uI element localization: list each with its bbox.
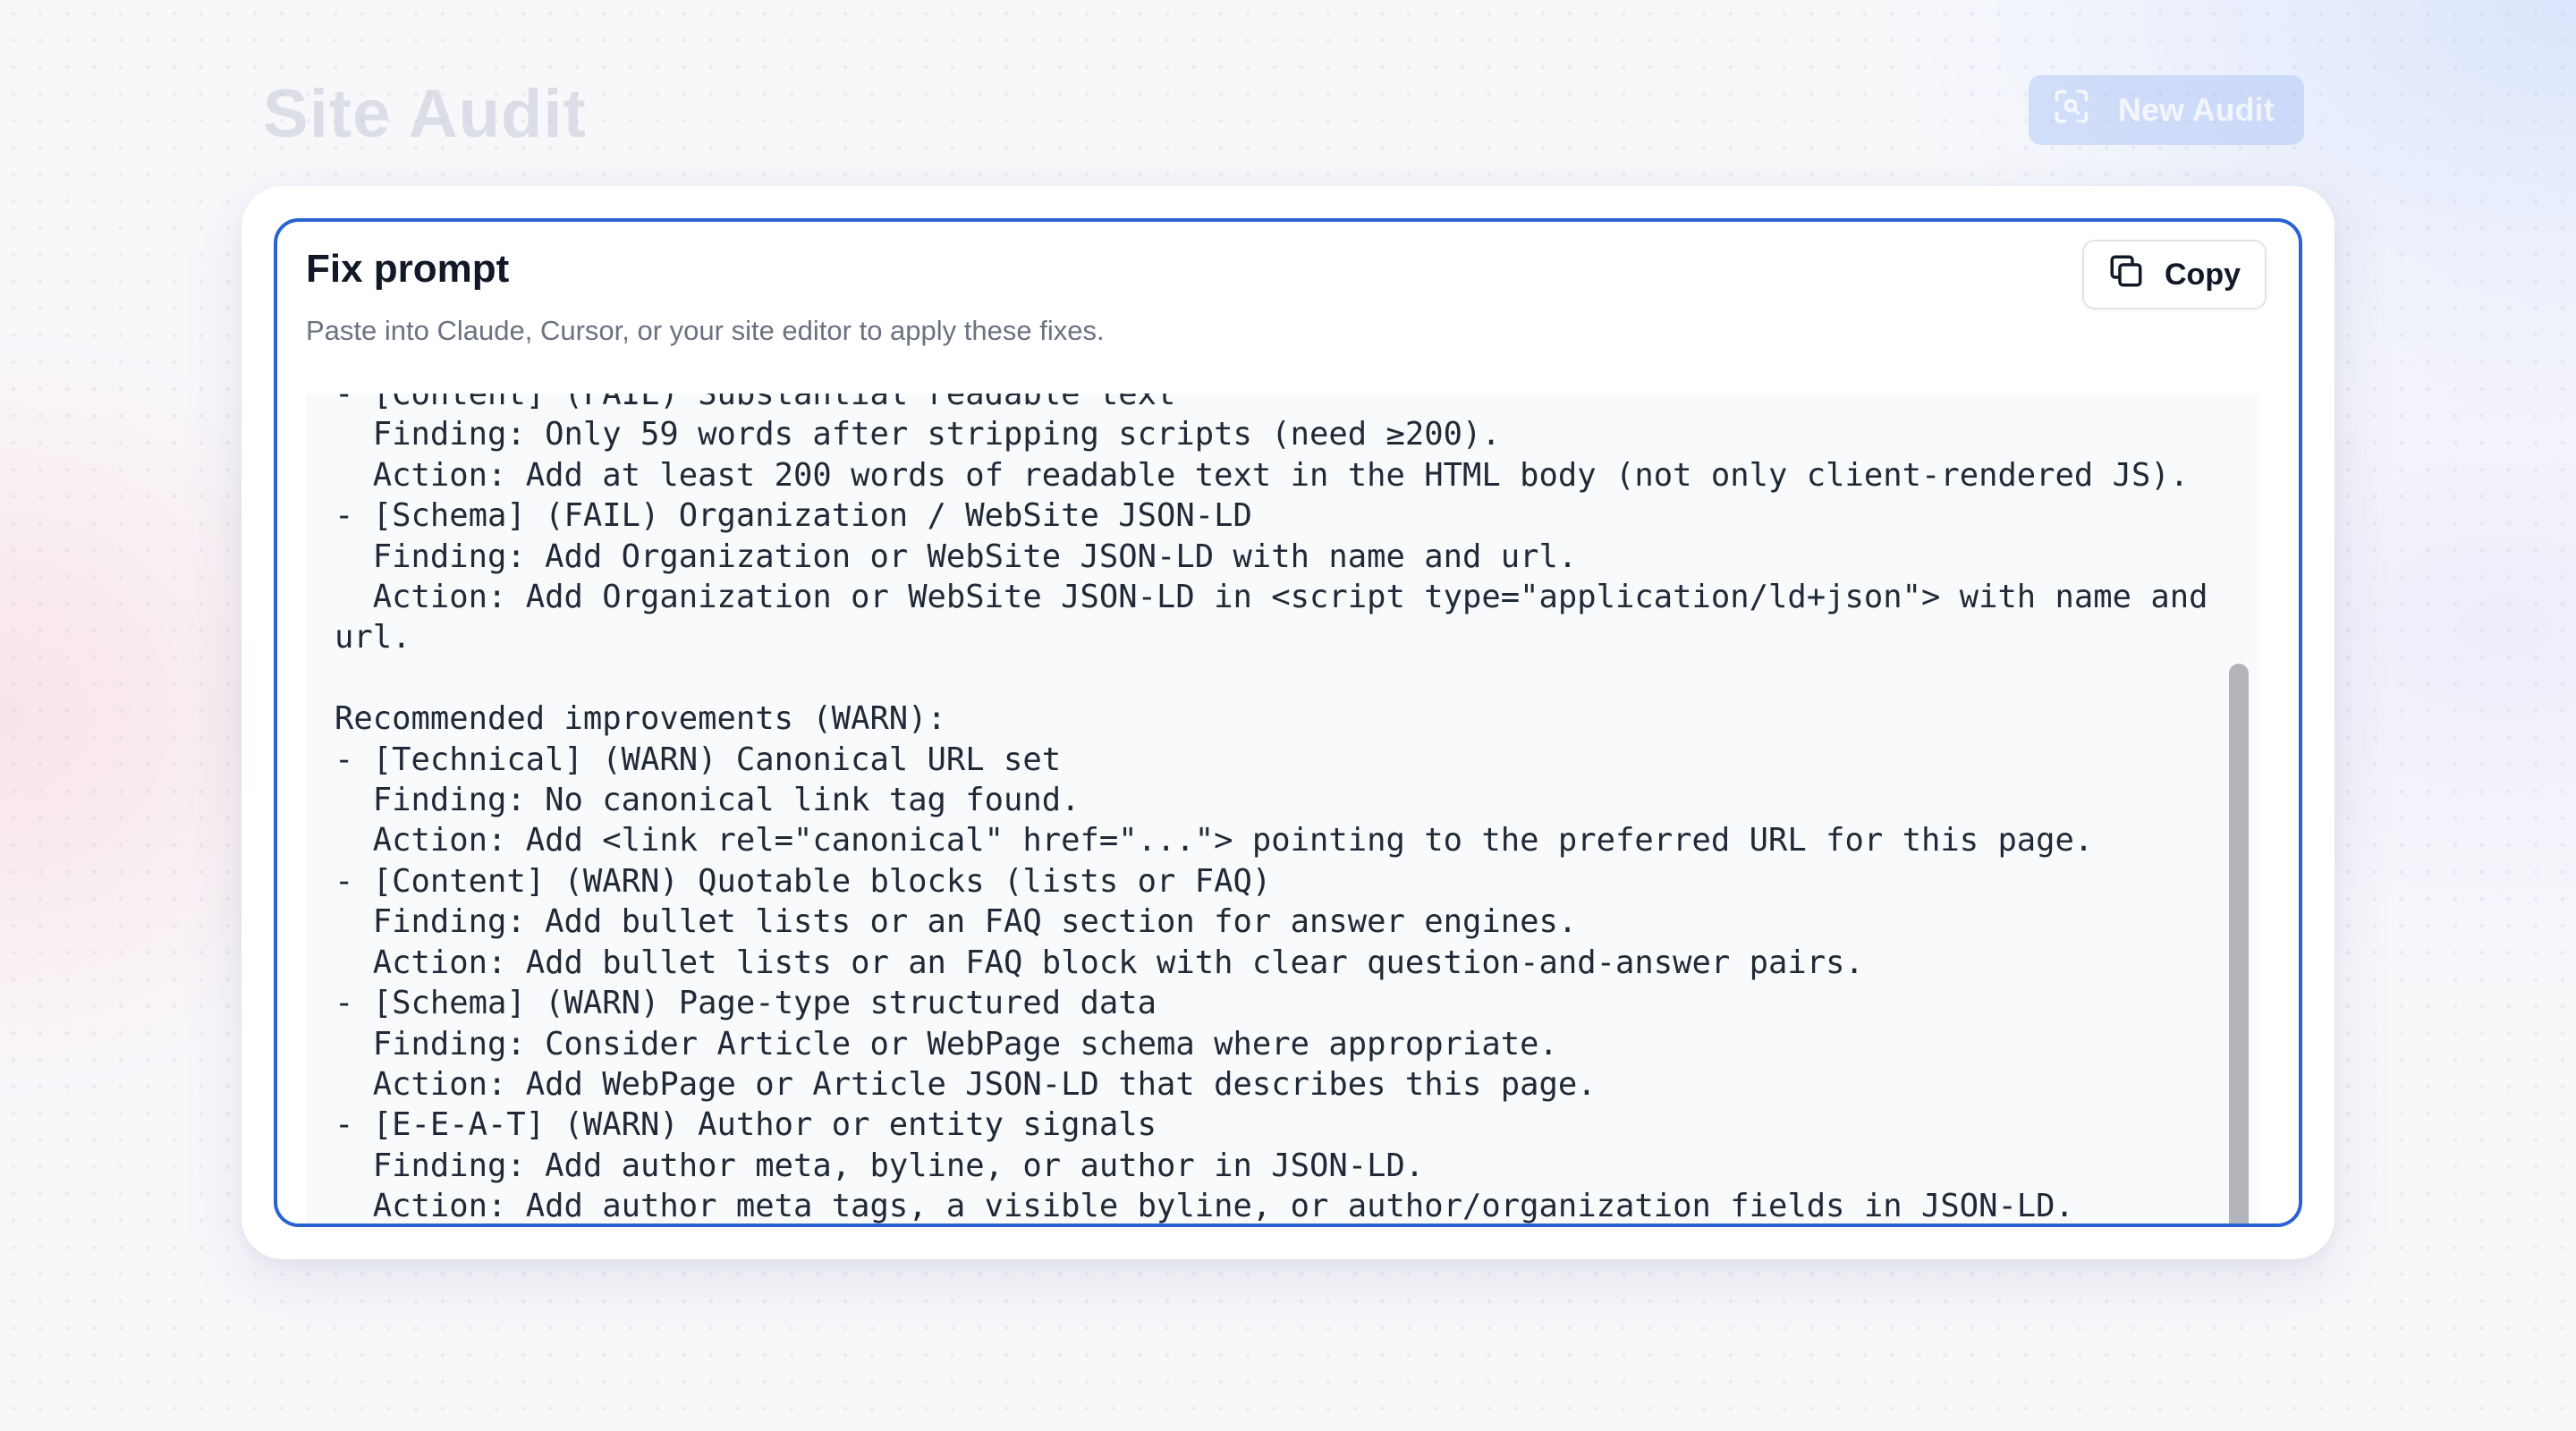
prompt-line: Recommended improvements (WARN): bbox=[335, 700, 946, 738]
fix-prompt-dialog: Fix prompt Paste into Claude, Cursor, or… bbox=[274, 218, 2302, 1227]
prompt-line: - [Technical] (WARN) Canonical URL set bbox=[335, 741, 1062, 778]
prompt-line: - [Content] (WARN) Quotable blocks (list… bbox=[335, 862, 1272, 900]
dialog-title: Fix prompt bbox=[306, 247, 510, 291]
prompt-line: Action: Add Organization or WebSite JSON… bbox=[335, 579, 2227, 656]
prompt-line: Action: Add <link rel="canonical" href="… bbox=[335, 822, 2094, 859]
prompt-text: - [Content] (FAIL) Substantial readable … bbox=[306, 394, 2227, 1225]
prompt-line: Action: Add bullet lists or an FAQ block… bbox=[335, 944, 1864, 981]
prompt-text-area[interactable]: - [Content] (FAIL) Substantial readable … bbox=[306, 394, 2259, 1225]
prompt-scrollbar[interactable] bbox=[2229, 394, 2249, 1224]
prompt-line: Action: Add at least 200 words of readab… bbox=[335, 456, 2190, 494]
prompt-line: Finding: Add author meta, byline, or aut… bbox=[335, 1147, 1425, 1184]
prompt-line: Finding: Add Organization or WebSite JSO… bbox=[335, 538, 1578, 575]
prompt-line: Action: Add WebPage or Article JSON-LD t… bbox=[335, 1065, 1597, 1103]
scrollbar-thumb[interactable] bbox=[2229, 664, 2249, 1224]
prompt-line: Finding: No canonical link tag found. bbox=[335, 782, 1080, 819]
copy-icon bbox=[2107, 252, 2145, 298]
prompt-line: Finding: Consider Article or WebPage sch… bbox=[335, 1025, 1558, 1063]
prompt-line: - [Schema] (WARN) Page-type structured d… bbox=[335, 985, 1157, 1022]
copy-button[interactable]: Copy bbox=[2082, 240, 2267, 309]
prompt-line: - [Schema] (FAIL) Organization / WebSite… bbox=[335, 497, 1252, 535]
prompt-line: Finding: Only 59 words after stripping s… bbox=[335, 416, 1501, 453]
prompt-line: Action: Add author meta tags, a visible … bbox=[335, 1188, 2074, 1225]
dialog-description: Paste into Claude, Cursor, or your site … bbox=[306, 315, 1105, 346]
prompt-line: - [E-E-A-T] (WARN) Author or entity sign… bbox=[335, 1106, 1157, 1144]
prompt-line: - [Content] (FAIL) Substantial readable … bbox=[335, 394, 1176, 412]
prompt-line bbox=[335, 658, 2209, 699]
copy-label: Copy bbox=[2165, 257, 2241, 292]
prompt-line: Finding: Add bullet lists or an FAQ sect… bbox=[335, 903, 1578, 941]
